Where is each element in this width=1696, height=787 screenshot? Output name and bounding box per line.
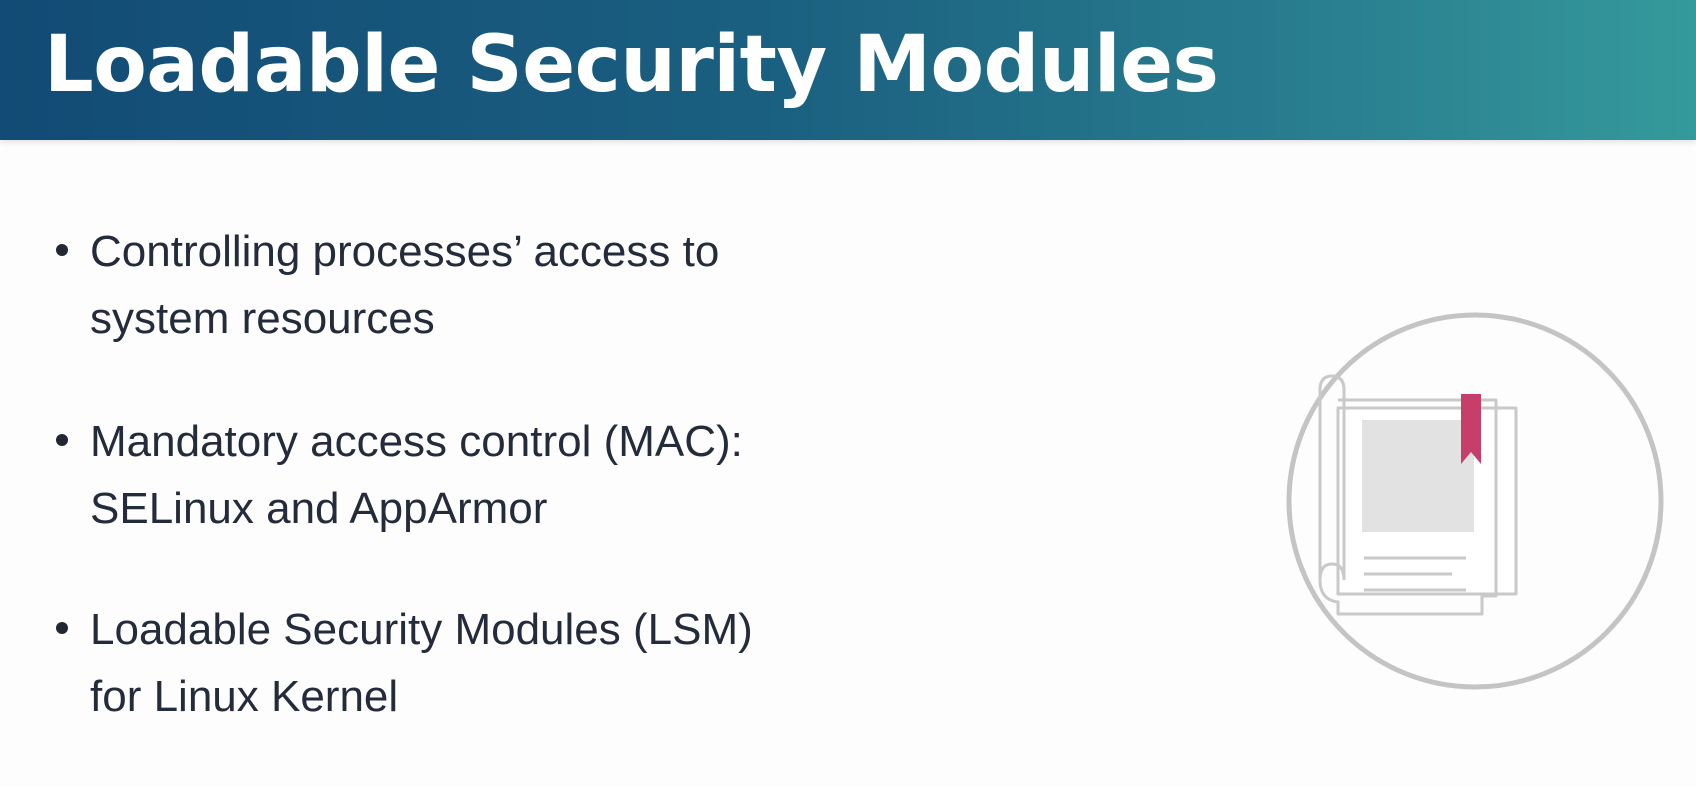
bullet-dot-icon: [56, 244, 68, 256]
image-placeholder-icon: [1362, 420, 1474, 532]
bullet-list: Controlling processes’ access to system …: [0, 0, 900, 787]
bullet-text: Loadable Security Modules (LSM) for Linu…: [90, 596, 880, 730]
bullet-line: Controlling processes’ access to: [90, 227, 720, 276]
bullet-line: Mandatory access control (MAC):: [90, 417, 743, 466]
bullet-line: system resources: [90, 294, 435, 343]
bullet-line: SELinux and AppArmor: [90, 484, 548, 533]
bullet-text: Controlling processes’ access to system …: [90, 218, 880, 352]
bullet-line: Loadable Security Modules (LSM): [90, 605, 753, 654]
bullet-line: for Linux Kernel: [90, 672, 399, 721]
document-bookmark-svg: [1286, 312, 1664, 690]
bullet-text: Mandatory access control (MAC): SELinux …: [90, 408, 880, 542]
bullet-dot-icon: [56, 434, 68, 446]
document-bookmark-icon: [1286, 312, 1664, 690]
bullet-dot-icon: [56, 622, 68, 634]
